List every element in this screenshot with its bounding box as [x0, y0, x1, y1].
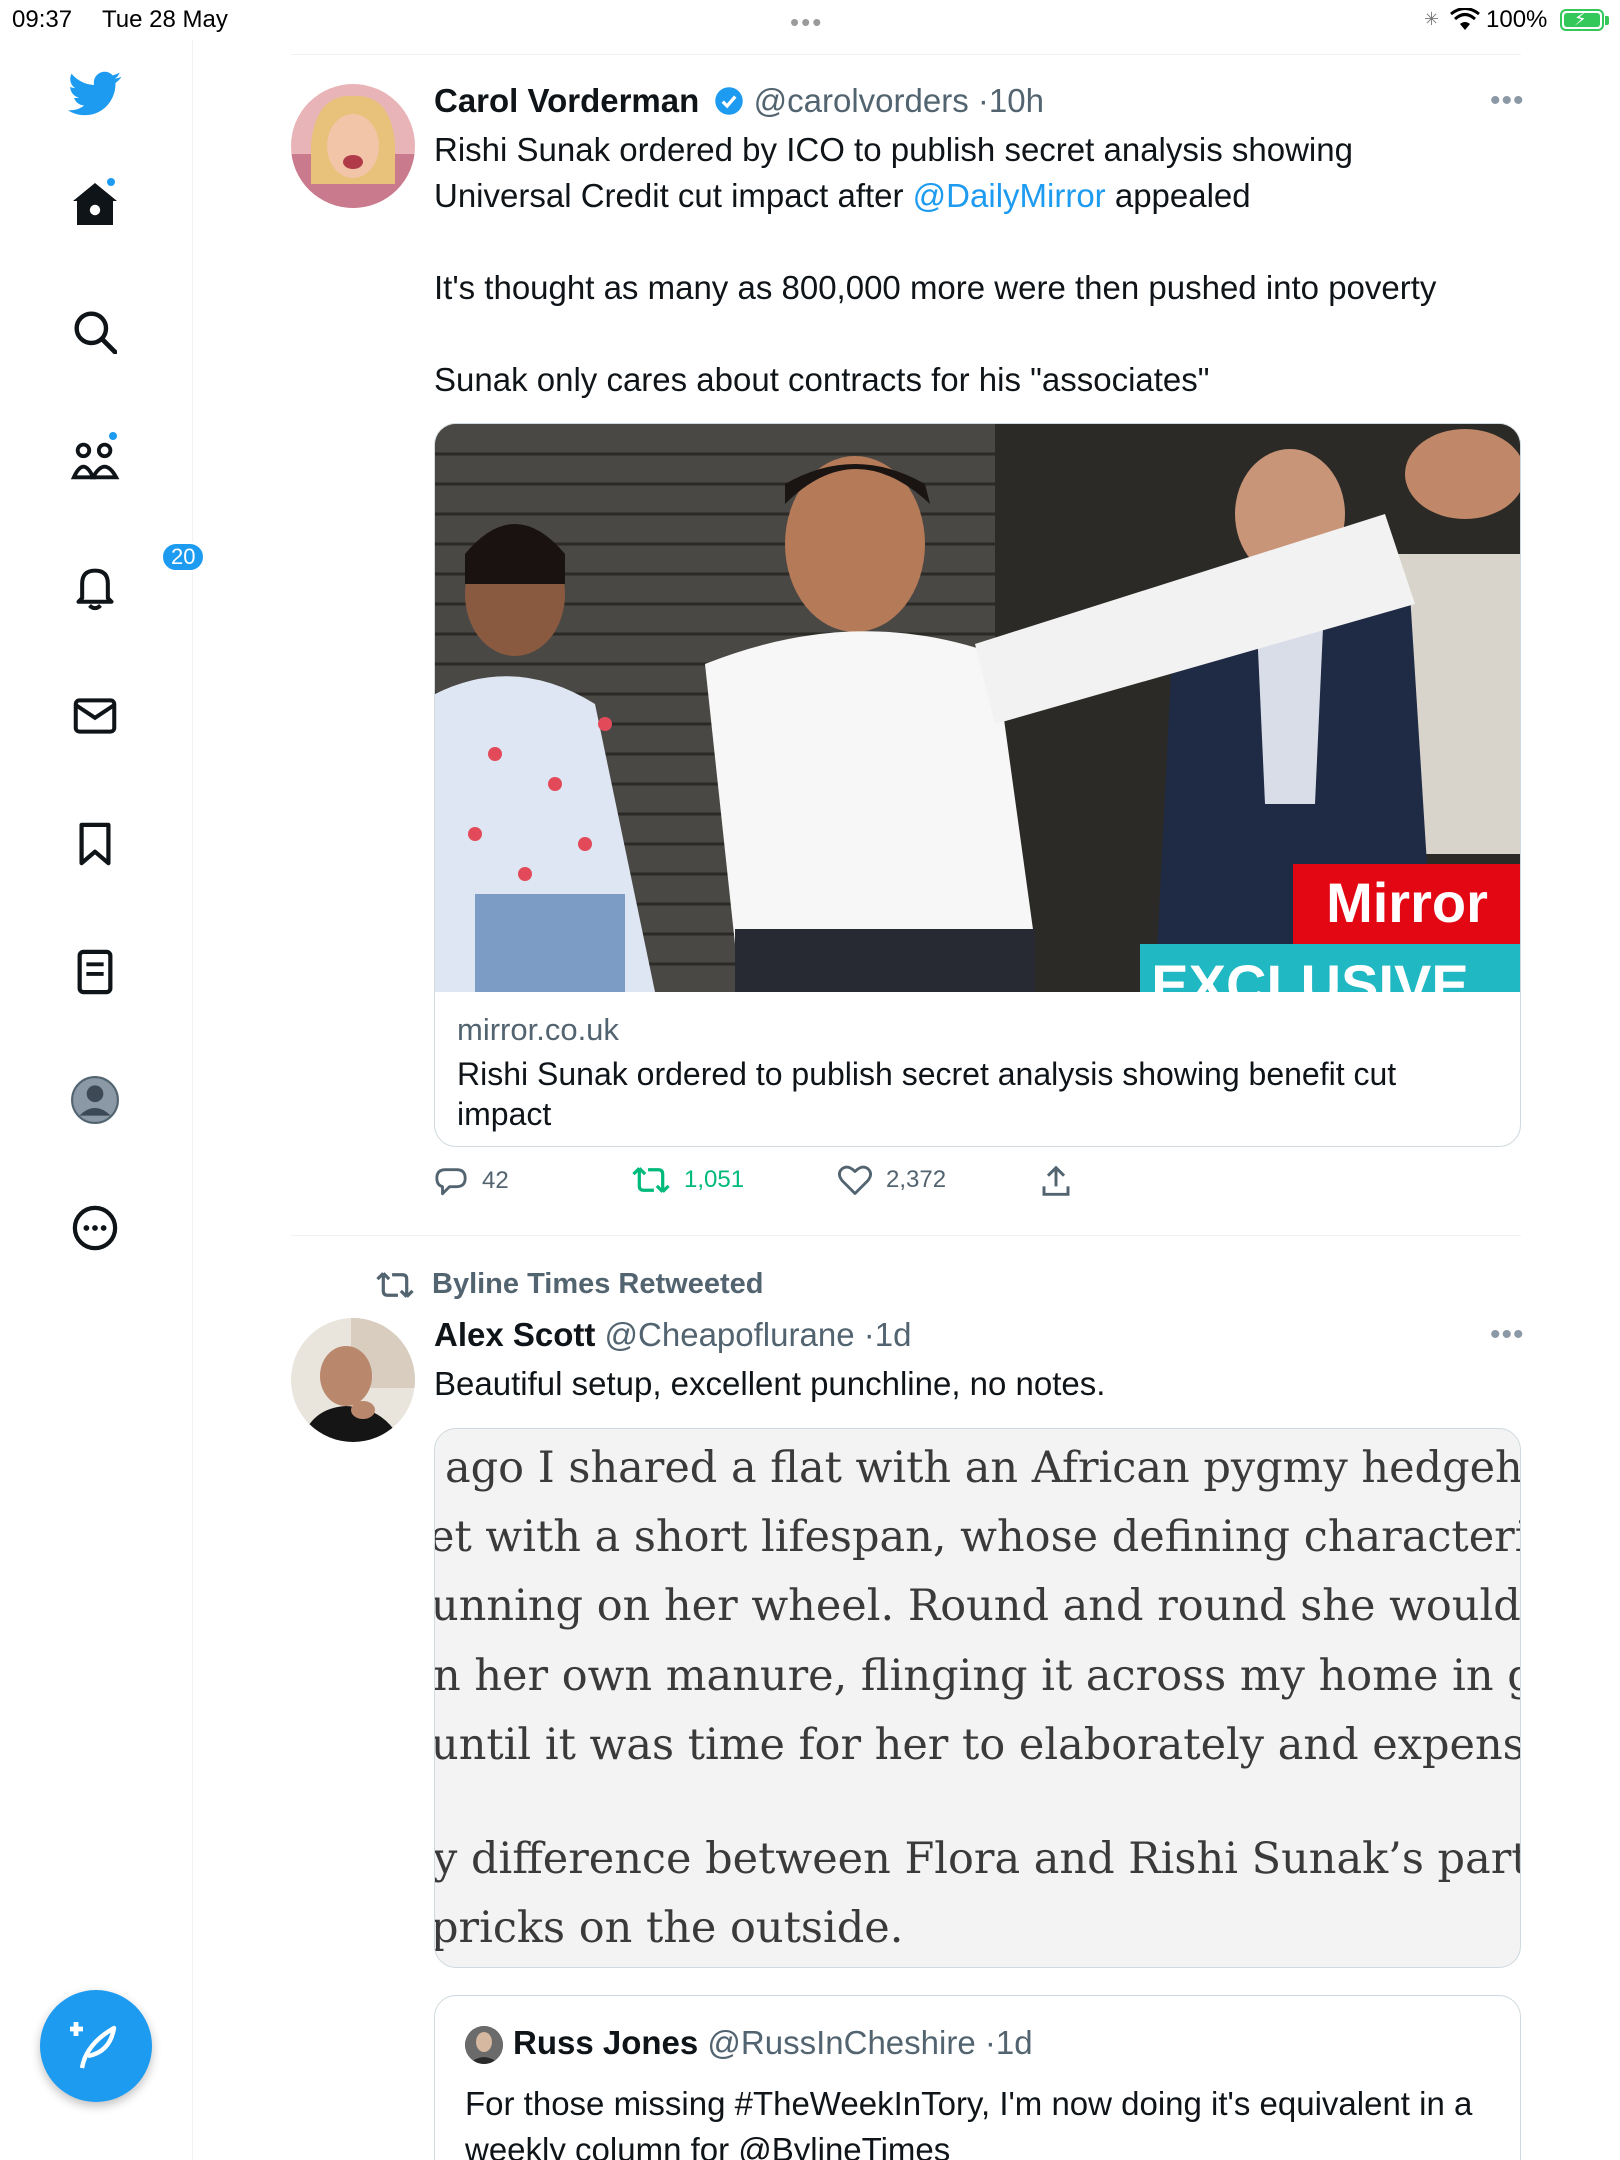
status-date: Tue 28 May	[102, 6, 228, 33]
nav-communities[interactable]	[63, 428, 127, 492]
nav-bookmarks[interactable]	[63, 812, 127, 876]
tweet-text-paragraph: It's thought as many as 800,000 more wer…	[434, 269, 1437, 306]
tweet-text-segment: Universal Credit cut impact after	[434, 177, 913, 214]
battery-percent: 100%	[1486, 6, 1548, 33]
tweet-text-line: Universal Credit cut impact after @Daily…	[434, 173, 1514, 219]
image-text-line: pricks on the outside.	[434, 1903, 904, 1953]
tweet-text-segment: appealed	[1105, 177, 1251, 214]
author-name[interactable]: Alex Scott	[434, 1316, 595, 1353]
compose-icon	[70, 2022, 117, 2069]
compose-button[interactable]	[40, 1990, 152, 2102]
avatar[interactable]	[291, 84, 415, 208]
nav-home[interactable]	[63, 172, 127, 236]
home-new-dot	[105, 176, 117, 188]
author-handle[interactable]: @Cheapoflurane	[605, 1316, 855, 1353]
like-count: 2,372	[886, 1166, 947, 1193]
link-card[interactable]: Mirror EXCLUSIVE mirror.co.uk Rishi Suna…	[434, 423, 1521, 1147]
reply-button[interactable]: 42	[434, 1165, 509, 1197]
mention-link[interactable]: @DailyMirror	[913, 177, 1106, 214]
profile-icon	[71, 1076, 119, 1124]
separator-dot: ·	[977, 82, 989, 119]
more-circle-icon	[72, 1205, 118, 1251]
avatar	[465, 2026, 503, 2064]
separator-dot: ·	[984, 2024, 996, 2061]
badge-brand-text: Mirror	[1326, 871, 1488, 934]
status-time: 09:37	[12, 6, 73, 33]
badge-label-text: EXCLUSIVE	[1151, 953, 1468, 992]
battery-icon: ⚡	[1560, 9, 1609, 31]
image-text-line: et with a short lifespan, whose defining…	[435, 1512, 1520, 1562]
quoted-tweet-text: For those missing #TheWeekInTory, I'm no…	[465, 2085, 1473, 2160]
share-button[interactable]	[1041, 1165, 1085, 1197]
avatar[interactable]	[291, 1318, 415, 1442]
image-text-line: n her own manure, flinging it across my …	[434, 1651, 1520, 1701]
nav-lists[interactable]	[63, 940, 127, 1004]
quoted-author-name: Russ Jones	[513, 2024, 699, 2061]
tweet-more-icon[interactable]: •••	[1490, 84, 1525, 118]
card-domain: mirror.co.uk	[457, 1012, 619, 1047]
image-text-line: until it was time for her to elaborately…	[434, 1720, 1520, 1770]
retweet-icon	[376, 1271, 414, 1298]
share-icon	[1042, 1165, 1070, 1196]
top-divider	[291, 54, 1521, 55]
verified-badge-icon	[715, 87, 744, 115]
activity-spinner-icon: ✳	[1424, 9, 1440, 29]
quoted-author-handle: @RussInCheshire	[707, 2024, 976, 2061]
tweet-time[interactable]: 10h	[989, 82, 1044, 119]
list-icon	[77, 949, 113, 995]
tweet-more-icon[interactable]: •••	[1490, 1318, 1525, 1352]
heart-icon	[838, 1165, 872, 1195]
tweet-text-paragraph: Sunak only cares about contracts for his…	[434, 361, 1210, 398]
twitter-logo-icon[interactable]	[63, 62, 127, 126]
author-name[interactable]: Carol Vorderman	[434, 82, 699, 119]
notifications-badge: 20	[161, 542, 206, 572]
sidebar: 20	[0, 40, 206, 2160]
tweet-image[interactable]: ago I shared a flat with an African pygm…	[434, 1428, 1521, 1968]
separator-dot: ·	[863, 1316, 875, 1353]
like-button[interactable]: 2,372	[838, 1165, 946, 1195]
retweeted-by[interactable]: Byline Times Retweeted	[376, 1268, 763, 1301]
search-icon	[74, 311, 117, 354]
bell-icon	[76, 568, 114, 611]
tweet-time[interactable]: 1d	[875, 1316, 912, 1353]
multitasking-dots-icon[interactable]: •••	[790, 7, 823, 38]
quoted-tweet-time: 1d	[995, 2024, 1033, 2061]
tweet-text: Rishi Sunak ordered by ICO to publish se…	[434, 127, 1514, 403]
image-text-line: unning on her wheel. Round and round she…	[434, 1581, 1521, 1631]
reply-count: 42	[482, 1167, 509, 1194]
retweet-count: 1,051	[684, 1166, 745, 1193]
image-text-line: y difference between Flora and Rishi Sun…	[434, 1834, 1520, 1884]
tweet-divider	[291, 1235, 1521, 1236]
tweet-text-line: Rishi Sunak ordered by ICO to publish se…	[434, 131, 1353, 168]
communities-icon	[70, 442, 120, 480]
quoted-tweet[interactable]: Russ Jones @RussInCheshire ·1d For those…	[434, 1995, 1521, 2160]
card-title: Rishi Sunak ordered to publish secret an…	[457, 1056, 1397, 1132]
nav-profile[interactable]	[63, 1068, 127, 1132]
nav-more[interactable]	[63, 1196, 127, 1260]
retweeted-by-label: Byline Times Retweeted	[432, 1268, 764, 1300]
mail-icon	[73, 698, 117, 734]
retweet-icon	[632, 1167, 670, 1193]
nav-messages[interactable]	[63, 684, 127, 748]
tweet-text: Beautiful setup, excellent punchline, no…	[434, 1365, 1106, 1402]
card-image: Mirror EXCLUSIVE	[435, 424, 1520, 992]
communities-new-dot	[107, 430, 119, 442]
bookmark-icon	[79, 822, 111, 866]
retweet-button[interactable]: 1,051	[632, 1165, 744, 1195]
image-text-line: ago I shared a flat with an African pygm…	[445, 1443, 1521, 1493]
reply-icon	[435, 1168, 467, 1196]
status-bar: 09:37 Tue 28 May ••• ✳ 100% ⚡	[0, 0, 1620, 40]
author-handle[interactable]: @carolvorders	[754, 82, 969, 119]
wifi-icon	[1450, 8, 1480, 30]
nav-explore[interactable]	[63, 300, 127, 364]
nav-notifications[interactable]: 20	[63, 542, 206, 620]
